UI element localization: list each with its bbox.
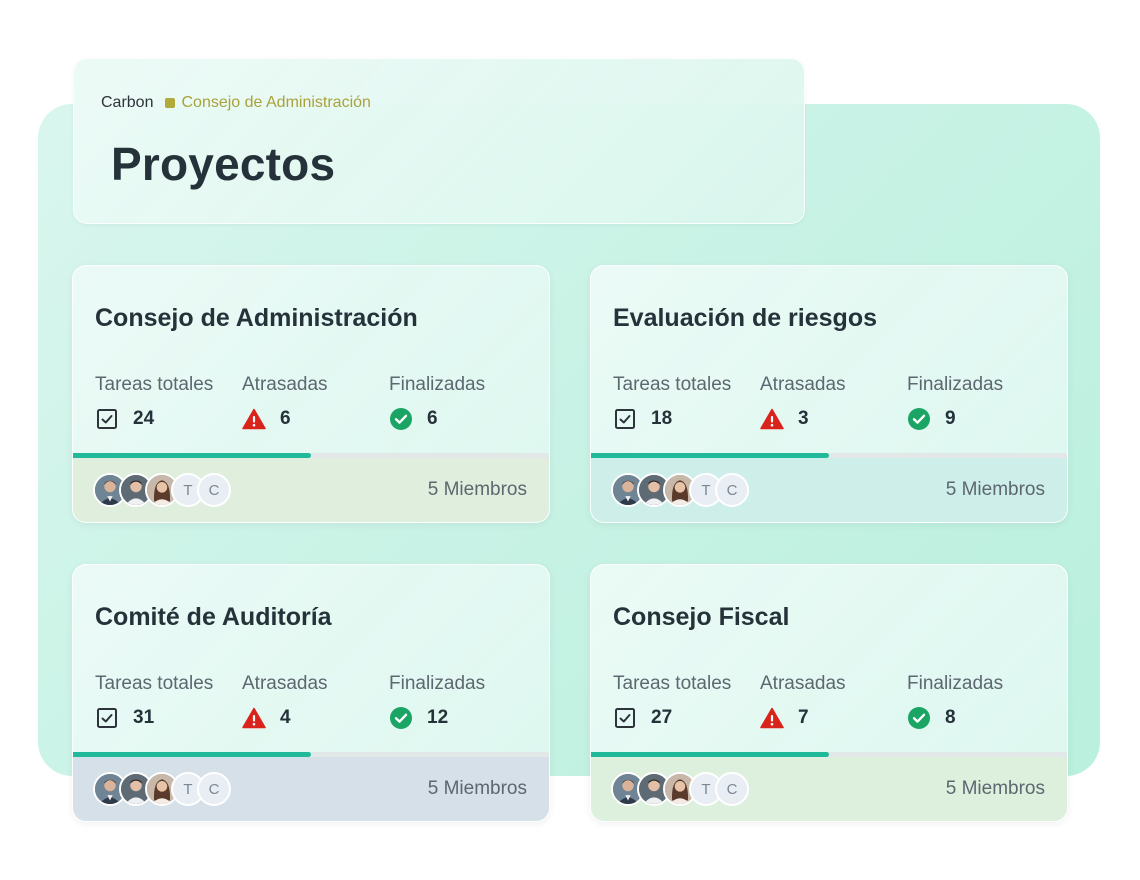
stat-label: Atrasadas bbox=[760, 673, 846, 694]
stat-value: 6 bbox=[427, 408, 438, 429]
stat-value: 27 bbox=[651, 707, 673, 728]
check-circle-icon bbox=[908, 408, 930, 430]
page-header: Carbon Consejo de Administración Proyect… bbox=[73, 58, 805, 224]
stat-total-tasks: Tareas totales 24 bbox=[95, 374, 213, 431]
stat-label: Atrasadas bbox=[242, 673, 328, 694]
avatar-initial[interactable]: C bbox=[197, 772, 231, 806]
check-circle-icon bbox=[390, 408, 412, 430]
checkbox-icon bbox=[97, 409, 117, 429]
stat-overdue: Atrasadas 6 bbox=[242, 374, 328, 431]
project-card[interactable]: Consejo de Administración Tareas totales… bbox=[72, 265, 550, 523]
stat-value: 6 bbox=[280, 408, 291, 429]
project-title[interactable]: Comité de Auditoría bbox=[95, 603, 332, 632]
breadcrumb: Carbon Consejo de Administración bbox=[101, 94, 371, 112]
workspace-color-dot bbox=[165, 98, 176, 108]
stat-done: Finalizadas 8 bbox=[907, 673, 1003, 730]
stat-value: 9 bbox=[945, 408, 956, 429]
stat-label: Tareas totales bbox=[95, 673, 214, 694]
stat-label: Finalizadas bbox=[907, 374, 1004, 395]
checkbox-icon bbox=[97, 708, 117, 728]
stat-value: 31 bbox=[133, 707, 155, 728]
stat-overdue: Atrasadas 4 bbox=[242, 673, 328, 730]
stat-done: Finalizadas 12 bbox=[389, 673, 485, 730]
member-count[interactable]: 5 Miembros bbox=[946, 778, 1045, 800]
stat-label: Finalizadas bbox=[389, 374, 486, 395]
page-title: Proyectos bbox=[111, 138, 336, 190]
stat-done: Finalizadas 6 bbox=[389, 374, 485, 431]
avatar-initial[interactable]: C bbox=[715, 473, 749, 507]
stat-done: Finalizadas 9 bbox=[907, 374, 1003, 431]
project-title[interactable]: Consejo de Administración bbox=[95, 304, 418, 333]
stat-label: Finalizadas bbox=[907, 673, 1004, 694]
member-count[interactable]: 5 Miembros bbox=[946, 479, 1045, 501]
stat-total-tasks: Tareas totales 27 bbox=[613, 673, 731, 730]
card-footer: T C 5 Miembros bbox=[73, 757, 549, 821]
project-title[interactable]: Evaluación de riesgos bbox=[613, 304, 877, 333]
stat-overdue: Atrasadas 3 bbox=[760, 374, 846, 431]
project-title[interactable]: Consejo Fiscal bbox=[613, 603, 789, 632]
stat-label: Atrasadas bbox=[760, 374, 846, 395]
warning-triangle-icon bbox=[242, 707, 266, 729]
warning-triangle-icon bbox=[760, 707, 784, 729]
stat-label: Tareas totales bbox=[613, 374, 732, 395]
stat-value: 8 bbox=[945, 707, 956, 728]
card-footer: T C 5 Miembros bbox=[591, 458, 1067, 522]
stat-total-tasks: Tareas totales 18 bbox=[613, 374, 731, 431]
warning-triangle-icon bbox=[242, 408, 266, 430]
member-count[interactable]: 5 Miembros bbox=[428, 479, 527, 501]
avatar-initial[interactable]: C bbox=[715, 772, 749, 806]
member-avatars[interactable]: T C bbox=[611, 772, 749, 806]
stat-value: 24 bbox=[133, 408, 155, 429]
project-card[interactable]: Consejo Fiscal Tareas totales 27 Atrasad… bbox=[590, 564, 1068, 822]
stat-label: Atrasadas bbox=[242, 374, 328, 395]
stat-value: 12 bbox=[427, 707, 449, 728]
stat-value: 4 bbox=[280, 707, 291, 728]
member-count[interactable]: 5 Miembros bbox=[428, 778, 527, 800]
member-avatars[interactable]: T C bbox=[611, 473, 749, 507]
check-circle-icon bbox=[908, 707, 930, 729]
breadcrumb-current[interactable]: Consejo de Administración bbox=[181, 94, 370, 112]
avatar-initial[interactable]: C bbox=[197, 473, 231, 507]
warning-triangle-icon bbox=[760, 408, 784, 430]
stat-overdue: Atrasadas 7 bbox=[760, 673, 846, 730]
stat-value: 3 bbox=[798, 408, 809, 429]
member-avatars[interactable]: T C bbox=[93, 473, 231, 507]
checkbox-icon bbox=[615, 708, 635, 728]
member-avatars[interactable]: T C bbox=[93, 772, 231, 806]
breadcrumb-root[interactable]: Carbon bbox=[101, 94, 153, 112]
card-footer: T C 5 Miembros bbox=[73, 458, 549, 522]
project-card[interactable]: Evaluación de riesgos Tareas totales 18 … bbox=[590, 265, 1068, 523]
project-card[interactable]: Comité de Auditoría Tareas totales 31 At… bbox=[72, 564, 550, 822]
stat-label: Finalizadas bbox=[389, 673, 486, 694]
stat-label: Tareas totales bbox=[613, 673, 732, 694]
checkbox-icon bbox=[615, 409, 635, 429]
stat-label: Tareas totales bbox=[95, 374, 214, 395]
check-circle-icon bbox=[390, 707, 412, 729]
stat-total-tasks: Tareas totales 31 bbox=[95, 673, 213, 730]
card-footer: T C 5 Miembros bbox=[591, 757, 1067, 821]
stat-value: 7 bbox=[798, 707, 809, 728]
stat-value: 18 bbox=[651, 408, 673, 429]
